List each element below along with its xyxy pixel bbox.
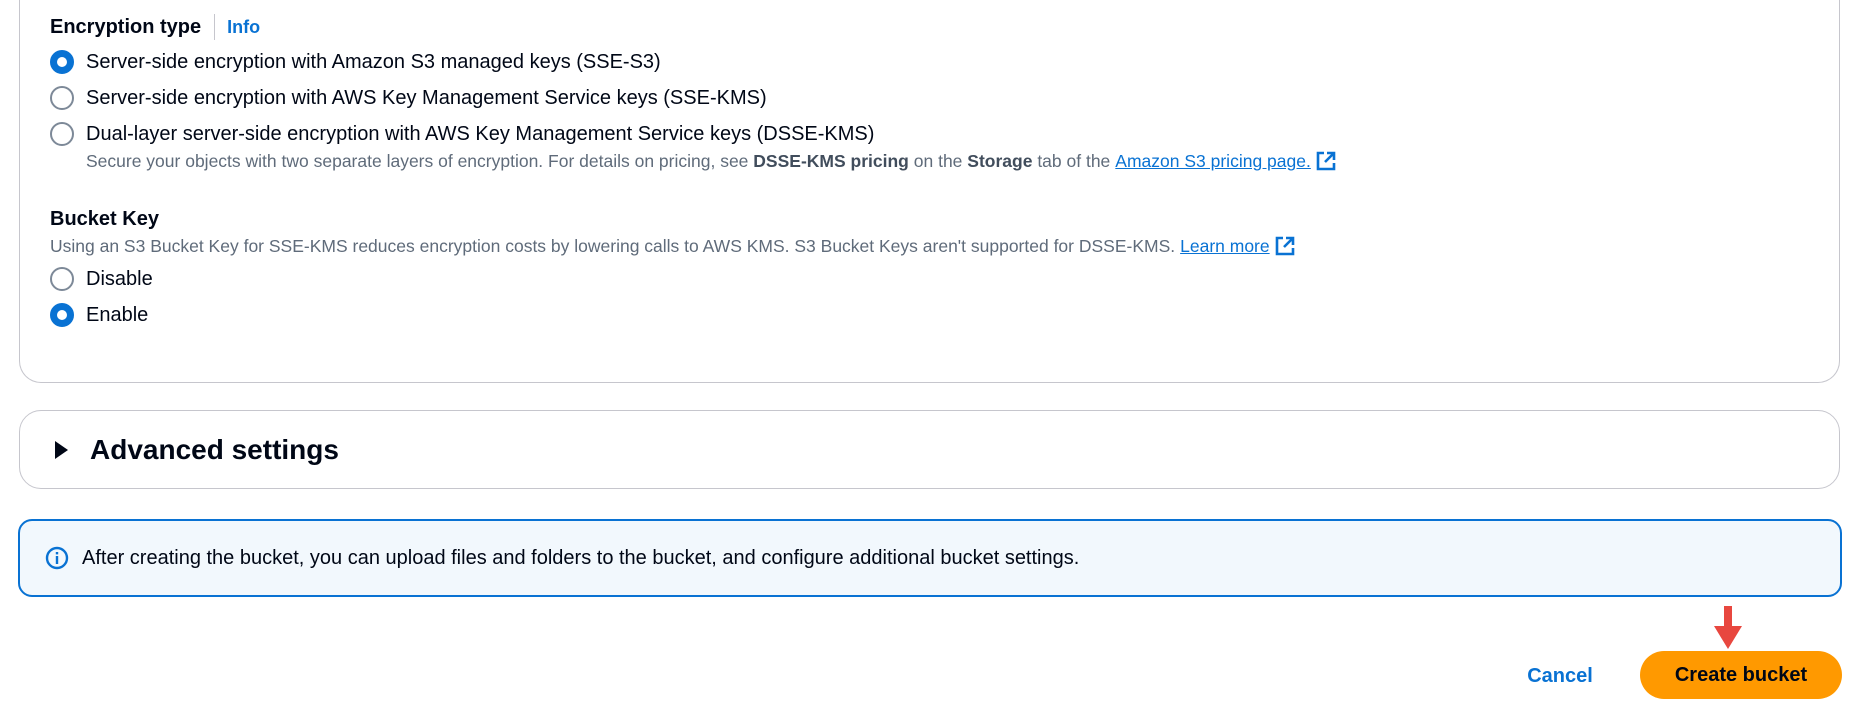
dsse-kms-description: Secure your objects with two separate la… [86,150,1337,172]
external-link-icon[interactable] [1315,150,1337,172]
radio-dsse-kms[interactable]: Dual-layer server-side encryption with A… [50,119,874,149]
bucket-key-label: Bucket Key [50,207,159,230]
radio-label: Dual-layer server-side encryption with A… [86,122,875,145]
radio-bucket-key-disable[interactable]: Disable [50,264,153,294]
radio-button[interactable] [50,122,74,146]
bucket-key-header: Bucket Key [50,206,159,232]
radio-button[interactable] [50,86,74,110]
external-link-icon[interactable] [1274,235,1296,257]
radio-button[interactable] [50,267,74,291]
info-alert: After creating the bucket, you can uploa… [18,519,1842,597]
advanced-settings-expander[interactable]: Advanced settings [19,410,1840,489]
info-separator [214,14,216,40]
encryption-type-label: Encryption type [50,15,202,38]
radio-bucket-key-enable[interactable]: Enable [50,300,148,330]
radio-sse-kms[interactable]: Server-side encryption with AWS Key Mana… [50,83,767,113]
cancel-button[interactable]: Cancel [1514,659,1606,693]
arrow-down-marker [1714,606,1742,649]
radio-label: Server-side encryption with Amazon S3 ma… [86,50,661,73]
desc-text: tab of the [1037,150,1111,171]
create-bucket-button[interactable]: Create bucket [1640,651,1842,699]
desc-text: on the [913,150,963,171]
bucket-key-description: Using an S3 Bucket Key for SSE-KMS reduc… [50,235,1296,257]
radio-label: Enable [86,303,149,326]
s3-pricing-link[interactable]: Amazon S3 pricing page. [1115,151,1311,172]
desc-bold-text: Storage [967,150,1033,171]
radio-label: Server-side encryption with AWS Key Mana… [86,86,767,109]
learn-more-link[interactable]: Learn more [1180,236,1270,257]
radio-button-checked[interactable] [50,50,74,74]
alert-text: After creating the bucket, you can uploa… [82,546,1080,569]
radio-button-checked[interactable] [50,303,74,327]
page: Encryption type Info Server-side encrypt… [0,0,1862,704]
encryption-info-link[interactable]: Info [227,17,260,38]
advanced-settings-title[interactable]: Advanced settings [90,434,339,466]
caret-right-icon[interactable] [55,440,68,459]
radio-label: Disable [86,267,153,290]
radio-sse-s3[interactable]: Server-side encryption with Amazon S3 ma… [50,47,661,77]
info-circle-icon [45,546,69,570]
desc-bold-text: DSSE-KMS pricing [753,150,909,171]
encryption-type-header: Encryption type Info [50,14,260,40]
desc-text: Using an S3 Bucket Key for SSE-KMS reduc… [50,235,1176,256]
desc-text: Secure your objects with two separate la… [86,150,749,171]
